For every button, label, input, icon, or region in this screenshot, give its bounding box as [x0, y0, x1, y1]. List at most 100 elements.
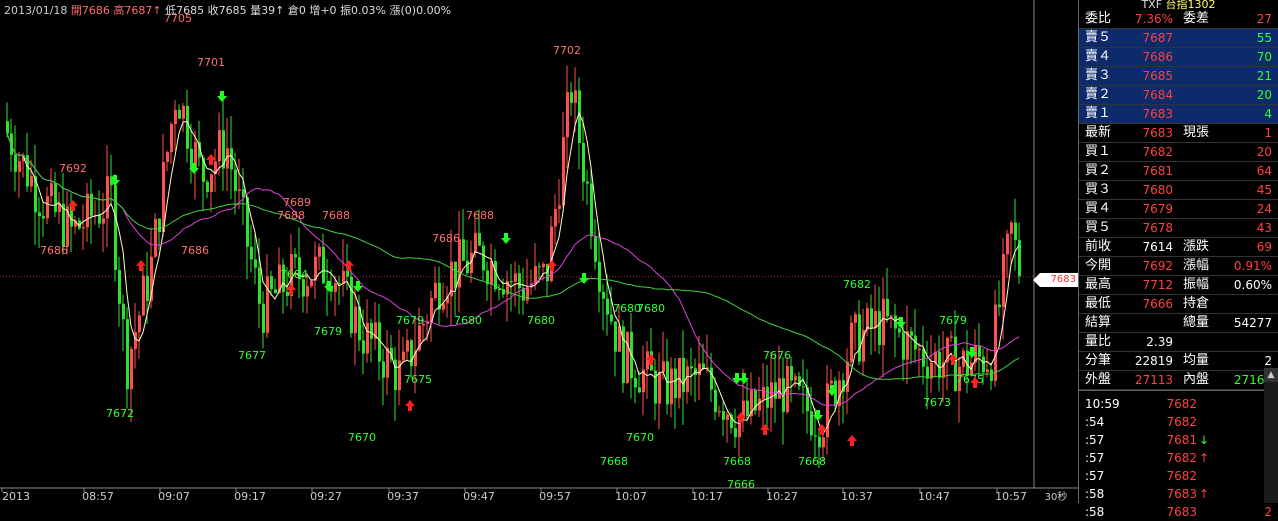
candle-body — [134, 332, 137, 349]
candle-body — [894, 315, 897, 329]
sell-arrow-icon — [896, 317, 906, 328]
last-price: 7683 — [1142, 126, 1173, 140]
candle-body — [182, 105, 185, 119]
candle-body — [170, 124, 173, 153]
bid-row: 買２ 7681 64 — [1079, 162, 1278, 181]
candle-body — [898, 328, 901, 333]
stat-row: 外盤 27113 內盤 27164 — [1079, 371, 1278, 390]
info-open: 開7686 — [70, 4, 110, 17]
candle-body — [122, 303, 125, 320]
ask-label: 賣４ — [1085, 49, 1112, 64]
stat-value-2: 54277 — [1233, 316, 1272, 330]
tick-row: :587683↑2 — [1079, 485, 1278, 503]
price-annotation: 7680 — [637, 302, 665, 315]
ma-mid-line — [6, 133, 1020, 406]
stat-label-2: 均量 — [1183, 353, 1210, 368]
candle-body — [814, 435, 817, 437]
diff-value: 27 — [1256, 12, 1272, 26]
candle-body — [566, 92, 569, 138]
candle-body — [254, 259, 257, 268]
candle-body — [606, 298, 609, 315]
candle-body — [542, 263, 545, 268]
candle-body — [250, 246, 253, 260]
bid-qty: 43 — [1256, 221, 1272, 235]
price-annotation: 7680 — [454, 314, 482, 327]
candle-body — [646, 351, 649, 370]
candle-body — [794, 376, 797, 381]
price-annotation: 7675 — [404, 373, 432, 386]
ask-row: 賣２ 7684 20 — [1079, 86, 1278, 105]
time-axis-label: 09:37 — [387, 490, 419, 503]
stat-value: 7614 — [1142, 240, 1173, 254]
bid-qty: 45 — [1256, 183, 1272, 197]
candle-body — [514, 273, 517, 282]
index-label: 台指1302 — [1165, 0, 1216, 10]
candle-body — [114, 185, 117, 270]
candle-body — [790, 366, 793, 381]
candle-body — [6, 121, 9, 134]
tick-time: :54 — [1085, 415, 1105, 429]
stat-value-2: 0.91% — [1233, 259, 1272, 273]
candle-body — [978, 345, 981, 357]
candle-body — [234, 169, 237, 191]
tick-list[interactable]: 10:5976821:5476821:577681↓1:577682↑2:577… — [1079, 395, 1278, 521]
candle-body — [602, 291, 605, 299]
candle-body — [822, 437, 825, 448]
stat-value: 2.39 — [1146, 335, 1173, 349]
price-annotation: 7675 — [956, 373, 984, 386]
candle-body — [1006, 233, 1009, 255]
ask-label: 賣２ — [1085, 87, 1112, 102]
candle-body — [158, 218, 161, 233]
last-trade-row: 最新 7683 現張 1 — [1079, 124, 1278, 143]
candle-body — [674, 368, 677, 398]
price-annotation: 7670 — [348, 431, 376, 444]
info-date: 2013/01/18 — [4, 4, 68, 17]
candle-body — [634, 378, 637, 388]
price-annotation: 7668 — [723, 455, 751, 468]
tick-scrollbar[interactable] — [1264, 368, 1278, 503]
stat-label-2: 內盤 — [1183, 372, 1210, 387]
ask-row: 賣３ 7685 21 — [1079, 67, 1278, 86]
candle-body — [658, 371, 661, 404]
candle-body — [498, 289, 501, 291]
candle-body — [990, 369, 993, 381]
price-annotation: 7702 — [553, 44, 581, 57]
ask-qty: 4 — [1264, 107, 1272, 121]
tick-arrow-icon: ↑ — [1199, 451, 1210, 465]
candle-body — [834, 380, 837, 406]
ask-label: 賣１ — [1085, 106, 1112, 121]
time-axis-label: 09:57 — [539, 490, 571, 503]
candle-body — [218, 130, 221, 162]
price-annotation: 7686 — [40, 244, 68, 257]
candle-body — [230, 148, 233, 170]
bid-price: 7682 — [1142, 145, 1173, 159]
time-axis-label: 10:57 — [995, 490, 1027, 503]
candle-body — [474, 232, 477, 253]
ratio-label: 委比 — [1085, 11, 1112, 26]
stat-label: 最高 — [1085, 277, 1112, 292]
buy-arrow-icon — [136, 260, 146, 271]
candle-body — [810, 411, 813, 436]
price-annotation: 7679 — [396, 314, 424, 327]
candle-body — [462, 239, 465, 261]
candle-body — [922, 349, 925, 367]
candle-body — [594, 236, 597, 262]
price-chart[interactable]: 7705 7701 7692 7686 7686 7672 7689 7688 7688 7684… — [0, 0, 1078, 503]
candle-body — [318, 246, 321, 257]
info-volume: 量39↑ — [250, 4, 285, 17]
time-axis-label: 10:07 — [615, 490, 647, 503]
buy-arrow-icon — [760, 424, 770, 435]
info-oi: 倉0 — [287, 4, 306, 17]
candle-body — [154, 218, 157, 257]
candle-body — [258, 267, 261, 304]
price-annotation: 7668 — [798, 455, 826, 468]
tick-time: :57 — [1085, 433, 1105, 447]
stat-label-2: 振幅 — [1183, 277, 1210, 292]
candle-body — [874, 311, 877, 329]
tick-price: 7682 — [1166, 451, 1197, 465]
candle-body — [454, 261, 457, 288]
scroll-up-arrow-icon[interactable]: ▲ — [1264, 368, 1278, 382]
tick-arrow-icon: ↑ — [1199, 487, 1210, 501]
candle-body — [774, 382, 777, 399]
candle-body — [366, 322, 369, 354]
